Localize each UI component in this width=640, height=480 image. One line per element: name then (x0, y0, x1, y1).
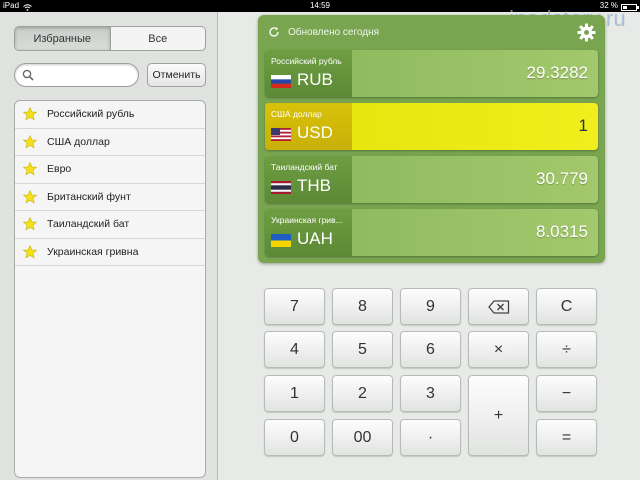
rate-row-uah[interactable]: Украинская грив... UAH 8.0315 (265, 209, 598, 256)
rate-row-label: США доллар USD (265, 103, 352, 150)
key-8[interactable]: 8 (332, 288, 393, 325)
rate-row-label: Таиландский бат THB (265, 156, 352, 203)
list-item-label: Британский фунт (47, 190, 131, 203)
rate-value: 29.3282 (526, 63, 588, 82)
currency-code: USD (297, 123, 333, 142)
search-input[interactable] (39, 66, 134, 84)
list-item-label: Украинская гривна (47, 245, 139, 258)
refresh-icon (269, 27, 279, 37)
rate-value: 8.0315 (536, 222, 588, 241)
star-icon[interactable] (23, 189, 37, 204)
key-1[interactable]: 1 (264, 375, 325, 412)
cancel-button[interactable]: Отменить (147, 63, 206, 87)
list-item[interactable]: Британский фунт (15, 184, 205, 211)
backspace-key[interactable] (468, 288, 529, 325)
star-icon[interactable] (23, 107, 37, 121)
update-status[interactable]: Обновлено сегодня (268, 25, 379, 39)
currency-code: THB (297, 176, 331, 195)
key-2[interactable]: 2 (332, 375, 393, 412)
list-item-label: Евро (47, 163, 72, 176)
list-item[interactable]: Евро (15, 156, 205, 184)
rate-row-thb[interactable]: Таиландский бат THB 30.779 (265, 156, 598, 203)
key-6[interactable]: 6 (400, 331, 461, 368)
rate-row-rub[interactable]: Российский рубль RUB 29.3282 (265, 50, 598, 97)
currency-name: Российский рубль (271, 56, 342, 66)
key-minus[interactable]: − (536, 375, 597, 412)
list-item-label: США доллар (47, 135, 110, 148)
list-item-label: Российский рубль (47, 108, 135, 121)
list-item[interactable]: США доллар (15, 129, 205, 156)
star-icon[interactable] (23, 134, 37, 149)
currency-name: Украинская грив... (271, 215, 343, 225)
currency-code: RUB (297, 70, 333, 89)
key-7[interactable]: 7 (264, 288, 325, 325)
th-flag-icon (271, 181, 291, 194)
rate-row-usd[interactable]: США доллар USD 1 (265, 103, 598, 150)
currency-code: UAH (297, 229, 333, 248)
ua-flag-icon (271, 234, 291, 247)
segment-all[interactable]: Все (111, 27, 206, 50)
rate-row-label: Российский рубль RUB (265, 50, 352, 97)
us-flag-icon (271, 128, 291, 141)
ru-flag-icon (271, 75, 291, 88)
list-item-label: Таиландский бат (47, 218, 130, 231)
rate-row-label: Украинская грив... UAH (265, 209, 352, 256)
key-00[interactable]: 00 (332, 419, 393, 456)
currency-name: США доллар (271, 109, 322, 119)
key-clear[interactable]: C (536, 288, 597, 325)
key-3[interactable]: 3 (400, 375, 461, 412)
segment-favorites[interactable]: Избранные (15, 27, 111, 50)
key-5[interactable]: 5 (332, 331, 393, 368)
favorites-list: Российский рубль США доллар Евро Британский… (14, 100, 206, 478)
key-equals[interactable]: = (536, 419, 597, 456)
key-multiply[interactable]: × (468, 331, 529, 368)
key-plus[interactable]: + (468, 375, 529, 456)
search-icon (22, 69, 34, 81)
key-4[interactable]: 4 (264, 331, 325, 368)
gear-icon[interactable] (577, 23, 596, 42)
update-status-text: Обновлено сегодня (288, 26, 380, 38)
backspace-icon (487, 299, 509, 314)
key-0[interactable]: 0 (264, 419, 325, 456)
list-filter-segmented-control: Избранные Все (14, 26, 206, 51)
currency-name: Таиландский бат (271, 162, 338, 172)
list-item[interactable]: Украинская гривна (15, 239, 205, 266)
star-icon[interactable] (23, 244, 37, 259)
star-icon[interactable] (23, 217, 37, 231)
rates-panel: Обновлено сегодня Российский рубль RUB 2… (258, 15, 605, 263)
search-field[interactable] (14, 63, 139, 87)
key-decimal[interactable]: · (400, 419, 461, 456)
list-item[interactable]: Таиландский бат (15, 211, 205, 239)
key-9[interactable]: 9 (400, 288, 461, 325)
list-item[interactable]: Российский рубль (15, 101, 205, 129)
rate-value: 30.779 (536, 169, 588, 188)
currency-list-pane: Избранные Все Отменить Российский рубль С… (0, 12, 218, 480)
rate-value: 1 (578, 116, 588, 135)
key-divide[interactable]: ÷ (536, 331, 597, 368)
star-icon[interactable] (23, 162, 37, 176)
